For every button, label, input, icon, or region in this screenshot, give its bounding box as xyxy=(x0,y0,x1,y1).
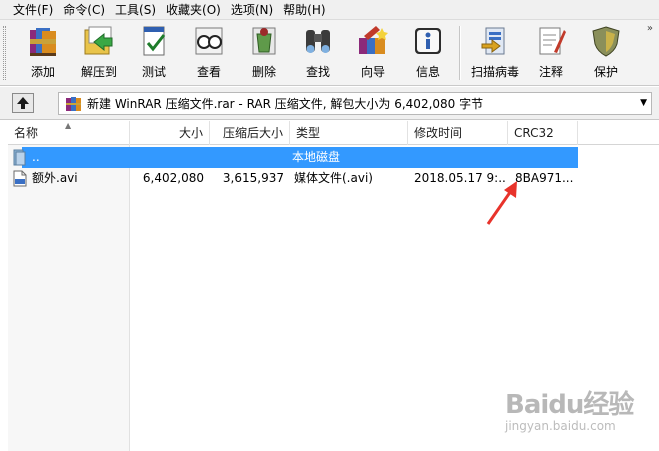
up-arrow-icon xyxy=(17,97,29,109)
info-label: 信息 xyxy=(415,65,440,79)
delete-icon xyxy=(252,27,276,55)
info-button[interactable]: 信息 xyxy=(402,22,454,84)
wizard-label: 向导 xyxy=(360,65,385,79)
protect-shield-icon xyxy=(592,26,620,57)
watermark-brand: Baidu经验 xyxy=(505,390,634,420)
delete-button[interactable]: 删除 xyxy=(238,22,290,84)
up-folder-button[interactable] xyxy=(12,93,34,113)
add-archive-icon xyxy=(30,28,56,56)
archive-path-text: 新建 WinRAR 压缩文件.rar - RAR 压缩文件, 解包大小为 6,4… xyxy=(87,97,484,111)
menu-help[interactable]: 帮助(H) xyxy=(278,0,330,20)
comment-icon xyxy=(539,27,566,55)
menu-tools[interactable]: 工具(S) xyxy=(110,0,161,20)
avi-file-icon xyxy=(13,170,27,187)
column-crc32[interactable]: CRC32 xyxy=(508,121,578,145)
view-icon xyxy=(195,27,223,55)
test-label: 测试 xyxy=(141,65,166,79)
column-name[interactable]: 名称 xyxy=(8,121,130,145)
watermark-url: jingyan.baidu.com xyxy=(505,419,616,433)
extract-to-button[interactable]: 解压到 xyxy=(73,22,125,84)
toolbar-separator xyxy=(459,26,461,80)
toolbar-grip[interactable] xyxy=(3,26,6,80)
menu-bar: 文件(F) 命令(C) 工具(S) 收藏夹(O) 选项(N) 帮助(H) xyxy=(0,0,659,20)
address-bar: 新建 WinRAR 压缩文件.rar - RAR 压缩文件, 解包大小为 6,4… xyxy=(0,87,659,120)
protect-button[interactable]: 保护 xyxy=(580,22,632,84)
menu-favorites[interactable]: 收藏夹(O) xyxy=(161,0,226,20)
toolbar-overflow-chevron-icon[interactable]: » xyxy=(647,23,653,34)
virus-scan-label: 扫描病毒 xyxy=(470,65,519,79)
view-label: 查看 xyxy=(196,65,221,79)
toolbar: 添加 解压到 测试 查看 删除 查找 向导 信息 扫描病毒 注释 保护 » xyxy=(0,20,659,86)
menu-commands[interactable]: 命令(C) xyxy=(58,0,110,20)
add-button[interactable]: 添加 xyxy=(17,22,69,84)
menu-options[interactable]: 选项(N) xyxy=(226,0,278,20)
row-packed-size: 3,615,937 xyxy=(222,171,284,185)
archive-path-field[interactable]: 新建 WinRAR 压缩文件.rar - RAR 压缩文件, 解包大小为 6,4… xyxy=(58,92,652,115)
row-size: 6,402,080 xyxy=(142,171,204,185)
row-type: 本地磁盘 xyxy=(292,150,341,164)
find-binoculars-icon xyxy=(306,30,330,53)
view-button[interactable]: 查看 xyxy=(183,22,235,84)
menu-file[interactable]: 文件(F) xyxy=(8,0,58,20)
column-modified[interactable]: 修改时间 xyxy=(408,121,508,145)
annotation-arrow-icon xyxy=(486,181,517,225)
info-icon xyxy=(415,28,441,54)
list-header: ▲ 名称 大小 压缩后大小 类型 修改时间 CRC32 xyxy=(8,121,659,145)
row-crc32: 8BA971... xyxy=(515,171,574,185)
row-name: .. xyxy=(32,150,40,164)
virus-scan-button[interactable]: 扫描病毒 xyxy=(465,22,525,84)
delete-label: 删除 xyxy=(251,65,276,79)
wizard-icon xyxy=(359,26,388,54)
find-button[interactable]: 查找 xyxy=(292,22,344,84)
protect-label: 保护 xyxy=(593,65,618,79)
row-type: 媒体文件(.avi) xyxy=(294,171,373,185)
folder-up-icon xyxy=(13,149,26,166)
column-packed-size[interactable]: 压缩后大小 xyxy=(210,121,290,145)
virus-scan-icon xyxy=(481,27,505,55)
comment-label: 注释 xyxy=(538,65,563,79)
baidu-watermark: Baidu经验 jingyan.baidu.com xyxy=(505,384,650,444)
rar-archive-icon xyxy=(66,97,81,111)
find-label: 查找 xyxy=(305,65,330,79)
wizard-button[interactable]: 向导 xyxy=(347,22,399,84)
column-size[interactable]: 大小 xyxy=(130,121,210,145)
extract-to-icon xyxy=(84,26,113,55)
path-dropdown-icon[interactable]: ▼ xyxy=(640,98,647,108)
column-type[interactable]: 类型 xyxy=(290,121,408,145)
add-label: 添加 xyxy=(30,65,55,79)
comment-button[interactable]: 注释 xyxy=(525,22,577,84)
row-name: 额外.avi xyxy=(32,171,78,185)
test-button[interactable]: 测试 xyxy=(128,22,180,84)
list-row-parent-folder[interactable]: .. 本地磁盘 xyxy=(8,147,578,168)
test-icon xyxy=(143,26,166,56)
extract-to-label: 解压到 xyxy=(80,65,117,79)
